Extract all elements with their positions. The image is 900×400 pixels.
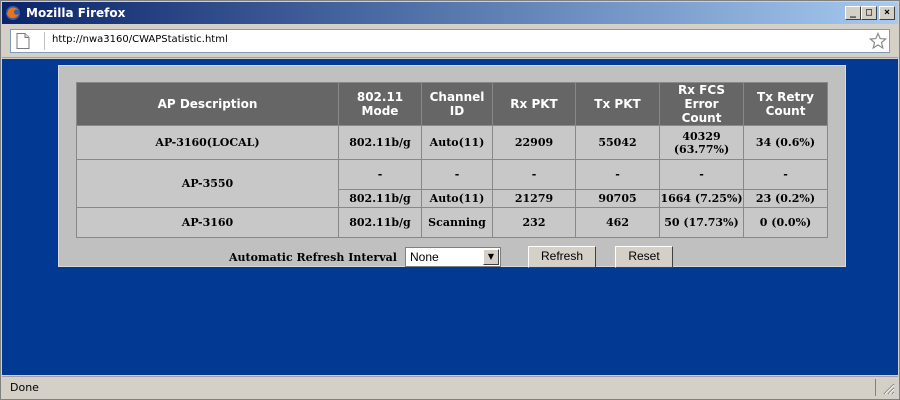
cell-rx-fcs-line1: 40329 bbox=[682, 129, 721, 143]
refresh-controls: Automatic Refresh Interval None ▼ Refres… bbox=[59, 246, 847, 268]
close-icon: × bbox=[883, 7, 891, 18]
statistics-panel: AP Description 802.11 Mode Channel ID Rx… bbox=[58, 65, 847, 268]
cell-rx-fcs: 40329 (63.77%) bbox=[659, 125, 744, 160]
minimize-icon: _ bbox=[849, 7, 857, 18]
cell-tx-retry: 23 (0.2%) bbox=[743, 189, 828, 208]
url-text[interactable]: http://nwa3160/CWAPStatistic.html bbox=[52, 34, 228, 45]
maximize-button[interactable]: □ bbox=[861, 6, 877, 20]
table-row: AP-3160 802.11b/g Scanning 232 462 50 (1… bbox=[76, 207, 828, 238]
cell-tx-retry: 0 (0.0%) bbox=[743, 207, 828, 238]
status-text: Done bbox=[10, 381, 39, 394]
cell-rx-pkt: 232 bbox=[492, 207, 576, 238]
window-title: Mozilla Firefox bbox=[26, 6, 126, 20]
refresh-interval-label: Automatic Refresh Interval bbox=[229, 251, 397, 264]
header-rx-fcs-line2: Count bbox=[681, 111, 722, 125]
refresh-button[interactable]: Refresh bbox=[528, 246, 596, 268]
chevron-down-icon[interactable]: ▼ bbox=[483, 249, 499, 265]
cell-tx-pkt: - bbox=[575, 159, 660, 190]
address-bar[interactable]: http://nwa3160/CWAPStatistic.html bbox=[10, 29, 890, 53]
status-divider bbox=[875, 379, 876, 396]
header-tx-pkt: Tx PKT bbox=[575, 82, 660, 126]
cell-mode: 802.11b/g bbox=[338, 207, 422, 238]
cell-mode: 802.11b/g bbox=[338, 189, 422, 208]
cell-mode: 802.11b/g bbox=[338, 125, 422, 160]
header-rx-fcs-line1: Rx FCS Error bbox=[677, 83, 726, 111]
cell-rx-fcs: - bbox=[659, 159, 744, 190]
header-channel-id: Channel ID bbox=[421, 82, 493, 126]
cell-mode: - bbox=[338, 159, 422, 190]
header-mode: 802.11 Mode bbox=[338, 82, 422, 126]
cell-rx-pkt: 21279 bbox=[492, 189, 576, 208]
cell-rx-pkt: - bbox=[492, 159, 576, 190]
resize-grip-icon[interactable] bbox=[881, 381, 895, 395]
browser-window: Mozilla Firefox _ □ × http://nwa3160/CWA… bbox=[0, 0, 900, 400]
reset-button[interactable]: Reset bbox=[615, 246, 673, 268]
cell-channel: Auto(11) bbox=[421, 189, 493, 208]
cell-rx-fcs: 1664 (7.25%) bbox=[659, 189, 744, 208]
header-rx-fcs-error: Rx FCS Error Count bbox=[659, 82, 744, 126]
maximize-icon: □ bbox=[865, 7, 873, 18]
cell-channel: Auto(11) bbox=[421, 125, 493, 160]
table-row: AP-3550 - - - - - - bbox=[76, 159, 828, 208]
cell-tx-pkt: 55042 bbox=[575, 125, 660, 160]
url-divider bbox=[44, 32, 45, 50]
status-bar: Done bbox=[2, 376, 898, 398]
cwap-statistics-table: AP Description 802.11 Mode Channel ID Rx… bbox=[76, 82, 828, 238]
header-tx-retry-line1: Tx Retry bbox=[757, 90, 814, 104]
header-ap-description: AP Description bbox=[76, 82, 339, 126]
cell-tx-pkt: 90705 bbox=[575, 189, 660, 208]
header-tx-retry-line2: Count bbox=[765, 104, 806, 118]
minimize-button[interactable]: _ bbox=[845, 6, 861, 20]
page-content: AP Description 802.11 Mode Channel ID Rx… bbox=[2, 59, 898, 375]
cell-tx-pkt: 462 bbox=[575, 207, 660, 238]
cell-tx-retry: 34 (0.6%) bbox=[743, 125, 828, 160]
star-icon[interactable] bbox=[869, 32, 887, 50]
cell-channel: Scanning bbox=[421, 207, 493, 238]
page-icon bbox=[16, 33, 30, 49]
navigation-toolbar: http://nwa3160/CWAPStatistic.html bbox=[2, 24, 898, 58]
cell-tx-retry: - bbox=[743, 159, 828, 190]
cell-rx-pkt: 22909 bbox=[492, 125, 576, 160]
header-tx-retry: Tx Retry Count bbox=[743, 82, 828, 126]
header-rx-pkt: Rx PKT bbox=[492, 82, 576, 126]
close-button[interactable]: × bbox=[879, 6, 895, 20]
cell-rx-fcs-line2: (63.77%) bbox=[673, 142, 730, 156]
table-header-row: AP Description 802.11 Mode Channel ID Rx… bbox=[76, 82, 828, 126]
table-row: AP-3160(LOCAL) 802.11b/g Auto(11) 22909 … bbox=[76, 125, 828, 160]
cell-ap: AP-3160 bbox=[76, 207, 339, 238]
header-channel-line1: Channel bbox=[429, 90, 485, 104]
firefox-icon bbox=[6, 6, 20, 20]
refresh-interval-value: None bbox=[410, 250, 439, 264]
refresh-interval-select[interactable]: None ▼ bbox=[405, 247, 501, 267]
cell-ap: AP-3550 bbox=[76, 159, 339, 208]
cell-rx-fcs: 50 (17.73%) bbox=[659, 207, 744, 238]
title-bar[interactable]: Mozilla Firefox _ □ × bbox=[2, 2, 898, 24]
header-channel-line2: ID bbox=[449, 104, 465, 118]
cell-channel: - bbox=[421, 159, 493, 190]
cell-ap: AP-3160(LOCAL) bbox=[76, 125, 339, 160]
